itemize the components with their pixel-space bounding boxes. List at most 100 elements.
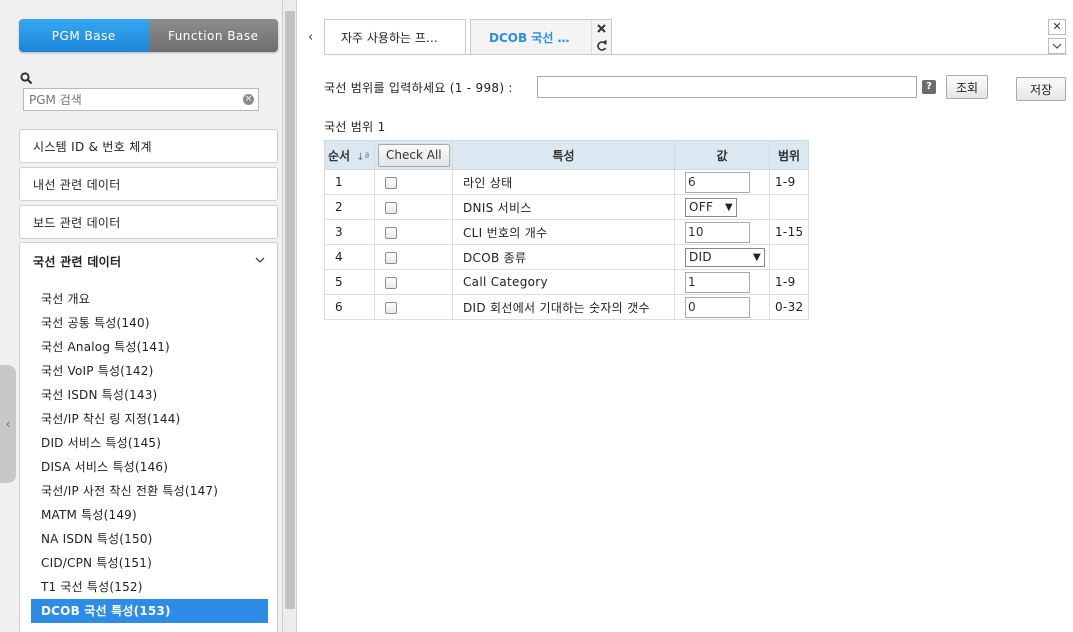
sort-icon[interactable]: ↓ª [356,152,369,163]
row-check-cell [374,194,453,220]
sidebar-item[interactable]: 국선 개요 [31,287,268,311]
row-checkbox[interactable] [385,251,397,264]
tab-pgm-base[interactable]: PGM Base [19,19,149,52]
table-row: 1 라인 상태 6 1-9 [324,169,809,195]
sidebar-item[interactable]: 국선 Analog 특성(141) [31,335,268,359]
value-select-label: DID [689,249,712,264]
tab-function-base[interactable]: Function Base [148,19,278,52]
close-all-icon[interactable]: ✕ [1048,19,1066,35]
table-row: 5 Call Category 1 1-9 [324,269,809,295]
sidebar-item[interactable]: 국선/IP 착신 링 지정(144) [31,407,268,431]
sidebar-item[interactable]: CID/CPN 특성(151) [31,551,268,575]
table-row: 6 DID 회선에서 기대하는 숫자의 갯수 0 0-32 [324,294,809,320]
row-checkbox[interactable] [385,176,397,189]
row-checkbox[interactable] [385,276,397,289]
sidebar-item[interactable]: 국선 공통 특성(140) [31,311,268,335]
table-row: 2 DNIS 서비스 OFF ▼ [324,194,809,220]
range-cell: 0-32 [769,294,809,320]
value-cell: 10 [674,219,770,245]
table-row: 4 DCOB 종류 DID ▼ [324,244,809,270]
tab-favorites[interactable]: 자주 사용하는 프… [324,19,466,54]
col-order-label: 순서 [328,148,351,163]
sidebar-item[interactable]: NA ISDN 특성(150) [31,527,268,551]
property-name: 라인 상태 [452,169,675,195]
value-select[interactable]: OFF ▼ [685,197,737,217]
search-icon [20,72,33,85]
collapse-sidebar-handle[interactable]: ‹ [0,365,16,483]
sidebar-item[interactable]: DID 서비스 특성(145) [31,431,268,455]
row-check-cell [374,169,453,195]
tab-favorites-label: 자주 사용하는 프… [341,30,438,45]
pgm-search-box: × [23,88,259,111]
property-name: CLI 번호의 개수 [452,219,675,245]
sidebar-item[interactable]: MATM 특성(149) [31,503,268,527]
dropdown-arrow-icon: ▼ [725,201,733,213]
help-icon[interactable]: ? [922,80,936,94]
range-label: 국선 범위를 입력하세요 (1 - 998) : [324,81,513,95]
property-name: DCOB 종류 [452,244,675,270]
panel-board-data[interactable]: 보드 관련 데이터 [19,205,278,239]
value-input[interactable]: 0 [685,296,750,318]
value-input[interactable]: 1 [685,271,750,293]
refresh-icon[interactable] [592,38,612,54]
value-cell: OFF ▼ [674,194,770,220]
property-name: DID 회선에서 기대하는 숫자의 갯수 [452,294,675,320]
row-number: 5 [324,269,375,295]
section-title: 국선 범위 1 [324,120,386,134]
sidebar-item[interactable]: T1 국선 특성(152) [31,575,268,599]
value-select[interactable]: DID ▼ [685,247,765,267]
value-select-label: OFF [689,199,714,214]
col-value: 값 [674,140,770,170]
range-cell: 1-9 [769,169,809,195]
row-number: 3 [324,219,375,245]
sidebar-item[interactable]: 국선/IP 사전 착신 전환 특성(147) [31,479,268,503]
row-number: 2 [324,194,375,220]
sidebar-scrollbar[interactable] [283,0,297,632]
row-check-cell [374,219,453,245]
pgm-search-input[interactable] [24,89,224,110]
value-cell: 0 [674,294,770,320]
row-checkbox[interactable] [385,201,397,214]
sidebar-item[interactable]: 국선 VoIP 특성(142) [31,359,268,383]
col-order[interactable]: 순서 ↓ª [324,140,375,170]
row-number: 1 [324,169,375,195]
range-cell [769,244,809,270]
tab-scroll-left-icon[interactable]: ‹ [308,30,313,45]
value-input[interactable]: 6 [685,171,750,193]
range-cell: 1-9 [769,269,809,295]
dropdown-arrow-icon: ▼ [753,251,761,263]
tab-divider [324,54,1067,55]
value-cell: DID ▼ [674,244,770,270]
chevron-left-icon: ‹ [5,417,11,431]
tab-controls [591,20,611,54]
row-number: 4 [324,244,375,270]
tab-list-dropdown-icon[interactable] [1048,38,1066,54]
panel-extension-data[interactable]: 내선 관련 데이터 [19,167,278,201]
property-name: Call Category [452,269,675,295]
row-check-cell [374,244,453,270]
clear-search-icon[interactable]: × [243,94,254,105]
row-checkbox[interactable] [385,301,397,314]
tab-dcob-label: DCOB 국선 … [489,30,570,45]
sidebar-item[interactable]: 국선 ISDN 특성(143) [31,383,268,407]
query-button[interactable]: 조회 [946,75,988,99]
scrollbar-thumb[interactable] [285,11,295,609]
chevron-down-icon[interactable] [255,255,265,265]
trunk-submenu: 국선 개요 국선 공통 특성(140) 국선 Analog 특성(141) 국선 Vo… [19,279,278,632]
sidebar-item[interactable]: DCOB 국선 특성(153) [31,599,268,623]
tab-dcob[interactable]: DCOB 국선 … [470,19,612,54]
value-input[interactable]: 10 [685,221,750,243]
trunk-range-input[interactable] [537,76,917,98]
panel-trunk-data[interactable]: 국선 관련 데이터 [19,242,278,280]
main-content: ‹ 자주 사용하는 프… DCOB 국선 … ✕ 국선 범위를 입력하세요 (1… [298,0,1073,632]
save-button[interactable]: 저장 [1016,77,1066,101]
panel-system-id[interactable]: 시스템 ID & 번호 체계 [19,129,278,163]
table-row: 3 CLI 번호의 개수 10 1-15 [324,219,809,245]
panel-trunk-label: 국선 관련 데이터 [33,254,122,269]
close-tab-icon[interactable] [592,21,612,37]
row-checkbox[interactable] [385,226,397,239]
range-cell: 1-15 [769,219,809,245]
check-all-button[interactable]: Check All [378,143,450,167]
properties-table: 순서 ↓ª Check All 특성 값 범위 1 라인 상태 6 1-9 2 DNIS … [324,140,809,320]
sidebar-item[interactable]: DISA 서비스 특성(146) [31,455,268,479]
